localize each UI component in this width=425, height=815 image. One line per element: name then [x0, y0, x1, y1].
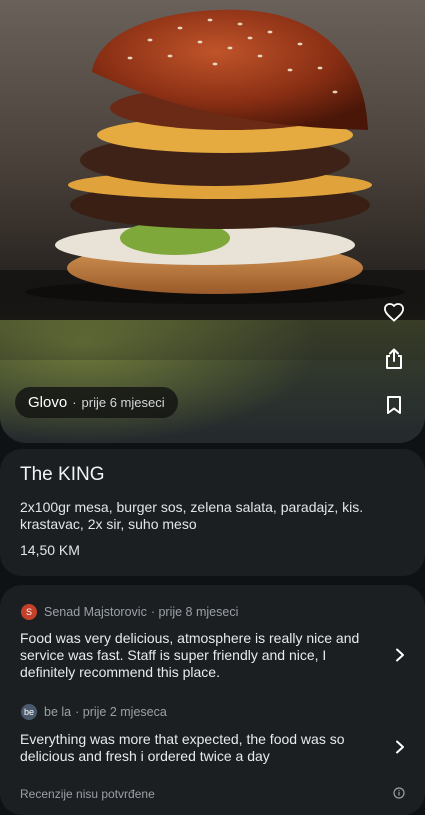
share-icon [386, 348, 402, 369]
chevron-right-icon [396, 648, 404, 662]
review-time: · prije 8 mjeseci [150, 605, 239, 619]
info-icon[interactable] [393, 787, 405, 799]
review-expand-button[interactable] [390, 737, 410, 757]
item-price: 14,50 KM [20, 542, 80, 558]
chevron-right-icon [396, 740, 404, 754]
review-text[interactable]: Food was very delicious, atmosphere is r… [20, 630, 370, 681]
source-time: prije 6 mjeseci [81, 395, 165, 410]
source-name: Glovo [28, 394, 68, 411]
item-title: The KING [20, 464, 105, 485]
hero-section: Glovo · prije 6 mjeseci [0, 0, 425, 443]
avatar: be [21, 704, 37, 720]
share-button[interactable] [380, 345, 408, 373]
heart-outline-icon [383, 303, 405, 322]
hero-fade [0, 300, 425, 360]
like-button[interactable] [380, 298, 408, 326]
item-description: 2x100gr mesa, burger sos, zelena salata,… [20, 499, 364, 532]
review-expand-button[interactable] [390, 645, 410, 665]
review-header: be be la · prije 2 mjeseca [21, 704, 167, 720]
review-header: S Senad Majstorovic · prije 8 mjeseci [21, 604, 238, 620]
separator: · [72, 395, 77, 410]
avatar: S [21, 604, 37, 620]
review-time: · prije 2 mjeseca [75, 705, 167, 719]
review-text[interactable]: Everything was more that expected, the f… [20, 731, 370, 765]
reviews-disclaimer: Recenzije nisu potvrđene [20, 787, 155, 801]
source-pill[interactable]: Glovo · prije 6 mjeseci [15, 387, 178, 418]
bookmark-outline-icon [387, 396, 401, 414]
review-author: be la [44, 705, 72, 719]
burger-photo [0, 0, 425, 320]
review-author: Senad Majstorovic [44, 605, 147, 619]
save-button[interactable] [380, 391, 408, 419]
